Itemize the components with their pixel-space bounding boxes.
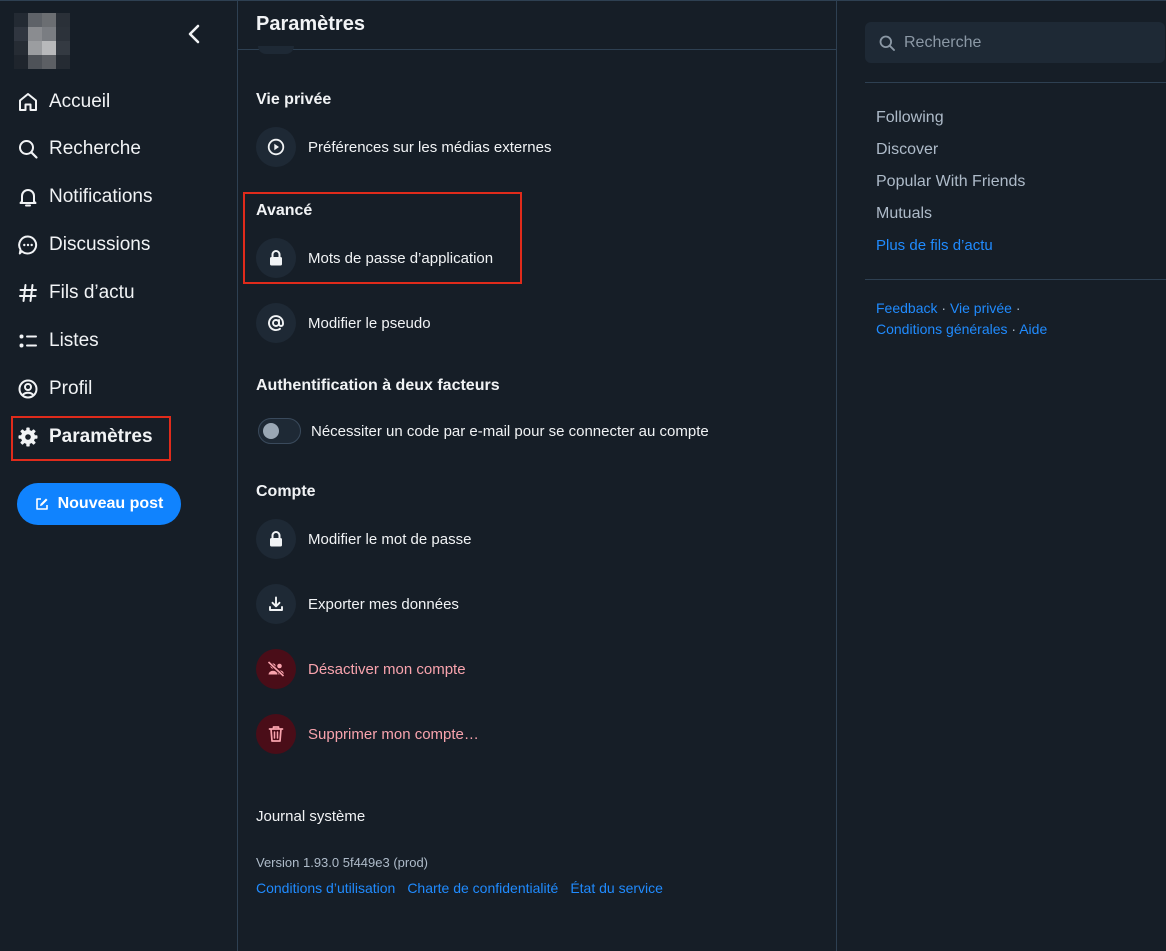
footer-link-status[interactable]: État du service <box>570 880 663 896</box>
search-box[interactable] <box>865 22 1165 63</box>
two-factor-toggle[interactable] <box>258 418 301 444</box>
row-change-handle[interactable]: Modifier le pseudo <box>256 303 431 343</box>
sidebar-item-label: Fils d’actu <box>49 282 135 303</box>
separator-dot: · <box>1011 321 1017 337</box>
left-sidebar: Accueil Recherche Notifications Discussi… <box>0 0 237 951</box>
sidebar-item-feeds[interactable]: Fils d’actu <box>17 275 135 311</box>
highlight-box-settings <box>11 416 171 461</box>
system-log-link[interactable]: Journal système <box>256 808 365 825</box>
footer-links: Conditions d’utilisation Charte de confi… <box>256 880 663 896</box>
sidebar-item-profile[interactable]: Profil <box>17 371 92 407</box>
two-factor-toggle-label: Nécessiter un code par e-mail pour se co… <box>311 422 709 440</box>
toggle-knob <box>263 423 279 439</box>
settings-main-column: Paramètres Vie privée Préférences sur le… <box>237 0 837 951</box>
at-sign-icon <box>256 303 296 343</box>
sidebar-item-lists[interactable]: Listes <box>17 323 99 359</box>
edit-icon <box>35 497 49 511</box>
sidebar-item-home[interactable]: Accueil <box>17 84 110 120</box>
list-icon <box>17 330 39 352</box>
sidebar-item-label: Listes <box>49 330 99 351</box>
footer-link-privacy-policy[interactable]: Charte de confidentialité <box>407 880 558 896</box>
link-help[interactable]: Aide <box>1019 321 1047 337</box>
row-label: Supprimer mon compte… <box>308 725 479 743</box>
separator-dot: · <box>941 300 947 316</box>
trash-icon <box>256 714 296 754</box>
more-feeds-link[interactable]: Plus de fils d’actu <box>876 237 993 254</box>
avatar-icon[interactable] <box>14 13 70 69</box>
version-text: Version 1.93.0 5f449e3 (prod) <box>256 855 429 870</box>
divider <box>865 82 1166 83</box>
new-post-button[interactable]: Nouveau post <box>17 483 181 525</box>
sidebar-item-label: Notifications <box>49 186 153 207</box>
sidebar-item-label: Recherche <box>49 138 141 159</box>
right-sidebar: Following Discover Popular With Friends … <box>837 0 1166 951</box>
users-slash-icon <box>256 649 296 689</box>
row-delete-account[interactable]: Supprimer mon compte… <box>256 714 479 754</box>
sidebar-item-notifications[interactable]: Notifications <box>17 179 153 215</box>
sidebar-item-discussions[interactable]: Discussions <box>17 227 150 263</box>
row-label: Modifier le pseudo <box>308 314 431 332</box>
section-title-account: Compte <box>256 483 316 500</box>
page-header: Paramètres <box>238 0 836 50</box>
link-privacy[interactable]: Vie privée <box>950 300 1012 316</box>
chevron-left-icon[interactable] <box>184 22 206 46</box>
row-label: Modifier le mot de passe <box>308 530 472 548</box>
row-deactivate-account[interactable]: Désactiver mon compte <box>256 649 466 689</box>
section-title-two-factor: Authentification à deux facteurs <box>256 377 500 394</box>
row-label: Désactiver mon compte <box>308 660 466 678</box>
sidebar-item-label: Profil <box>49 378 93 399</box>
two-factor-toggle-row[interactable]: Nécessiter un code par e-mail pour se co… <box>258 418 709 444</box>
page-title: Paramètres <box>256 13 365 35</box>
lock-icon <box>256 519 296 559</box>
row-label: Exporter mes données <box>308 595 459 613</box>
bell-icon <box>17 186 39 208</box>
row-export-data[interactable]: Exporter mes données <box>256 584 459 624</box>
sidebar-item-label: Discussions <box>49 234 151 255</box>
feed-link-mutuals[interactable]: Mutuals <box>876 205 932 223</box>
link-terms[interactable]: Conditions générales <box>876 321 1008 337</box>
row-label: Préférences sur les médias externes <box>308 138 552 156</box>
sidebar-item-label: Accueil <box>49 91 111 112</box>
search-input[interactable] <box>904 33 1144 52</box>
sidebar-item-search[interactable]: Recherche <box>17 131 141 167</box>
home-icon <box>17 91 39 113</box>
section-title-privacy: Vie privée <box>256 91 332 108</box>
link-feedback[interactable]: Feedback <box>876 300 937 316</box>
scrolled-item-remnant <box>258 46 294 54</box>
divider <box>865 279 1166 280</box>
play-circle-icon <box>256 127 296 167</box>
right-footer-links: Feedback · Vie privée · Conditions génér… <box>876 298 1096 340</box>
user-circle-icon <box>17 378 39 400</box>
hash-icon <box>17 282 39 304</box>
feed-link-following[interactable]: Following <box>876 109 944 127</box>
feed-link-popular-with-friends[interactable]: Popular With Friends <box>876 173 1025 191</box>
new-post-label: Nouveau post <box>57 495 164 512</box>
search-icon <box>878 34 896 52</box>
footer-link-terms[interactable]: Conditions d’utilisation <box>256 880 395 896</box>
row-external-media-preferences[interactable]: Préférences sur les médias externes <box>256 127 551 167</box>
separator-dot: · <box>1015 300 1021 316</box>
row-change-password[interactable]: Modifier le mot de passe <box>256 519 471 559</box>
download-icon <box>256 584 296 624</box>
feed-link-discover[interactable]: Discover <box>876 141 938 159</box>
search-icon <box>17 138 39 160</box>
highlight-box-advanced <box>243 192 522 284</box>
chat-bubble-icon <box>17 234 39 256</box>
